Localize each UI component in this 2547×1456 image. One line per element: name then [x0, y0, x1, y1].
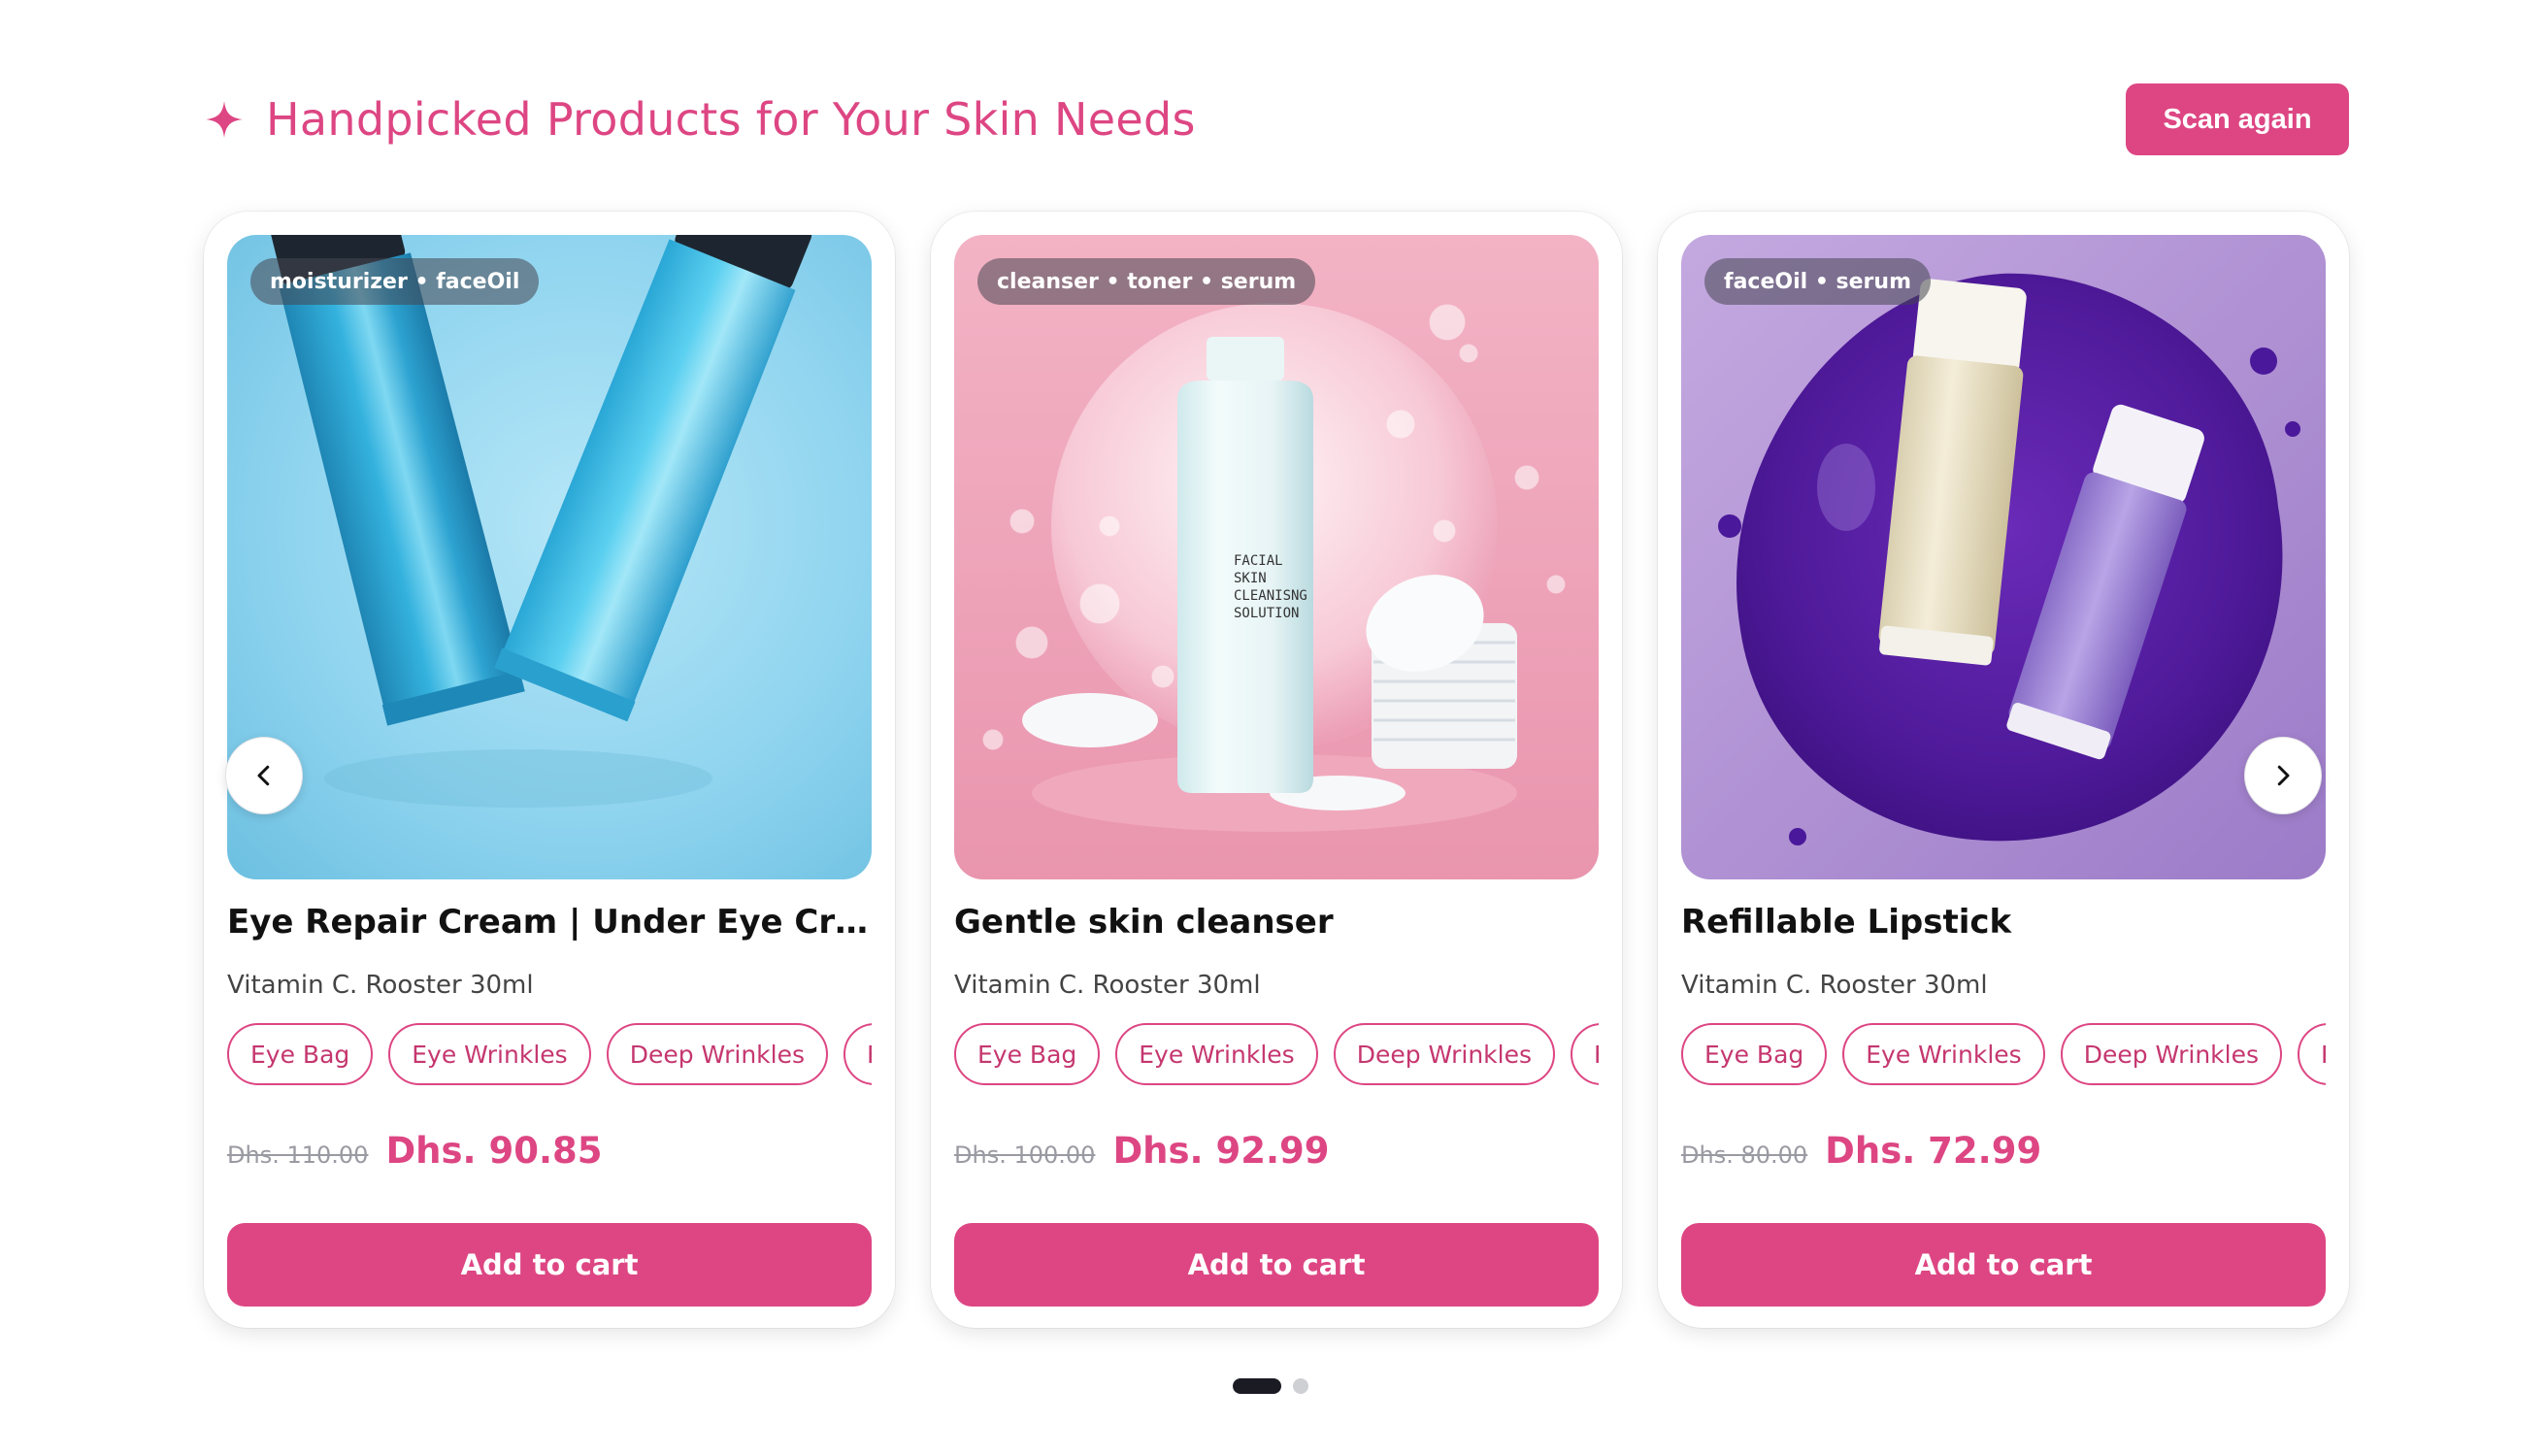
product-name[interactable]: Gentle skin cleanser [954, 903, 1599, 942]
sale-price: Dhs. 90.85 [385, 1130, 603, 1172]
concern-chips: Eye Bag Eye Wrinkles Deep Wrinkles Fine [954, 1023, 1599, 1087]
add-to-cart-button[interactable]: Add to cart [954, 1223, 1599, 1307]
original-price: Dhs. 110.00 [227, 1142, 369, 1169]
bottle-label-line: SKIN [1234, 571, 1267, 586]
concern-chip[interactable]: Eye Wrinkles [1842, 1023, 2045, 1085]
category-tags: moisturizer • faceOil [250, 258, 540, 305]
concern-chip[interactable]: Fine [2298, 1023, 2326, 1085]
product-image[interactable]: FACIAL SKIN CLEANISNG SOLUTION [954, 235, 1599, 879]
original-price: Dhs. 80.00 [1681, 1142, 1808, 1169]
concern-chip[interactable]: Deep Wrinkles [2060, 1023, 2283, 1085]
product-recommendations: Handpicked Products for Your Skin Needs … [0, 0, 2547, 1456]
product-card[interactable]: FACIAL SKIN CLEANISNG SOLUTION cleanser … [931, 212, 1622, 1328]
cleanser-bottle-image: FACIAL SKIN CLEANISNG SOLUTION [954, 235, 1599, 879]
product-image[interactable] [1681, 235, 2326, 879]
title-group: Handpicked Products for Your Skin Needs [204, 93, 1196, 146]
concern-chip[interactable]: Eye Wrinkles [1115, 1023, 1318, 1085]
product-name[interactable]: Eye Repair Cream | Under Eye Cream fo... [227, 903, 872, 942]
concern-chips: Eye Bag Eye Wrinkles Deep Wrinkles Fine [227, 1023, 872, 1087]
carousel-prev-button[interactable] [225, 737, 303, 814]
bottle-label-line: FACIAL [1234, 553, 1283, 569]
carousel-next-button[interactable] [2244, 737, 2322, 814]
product-brand: Vitamin C. Rooster 30ml [227, 971, 534, 1000]
category-tags: cleanser • toner • serum [977, 258, 1316, 305]
concern-chip[interactable]: Deep Wrinkles [1333, 1023, 1556, 1085]
sale-price: Dhs. 92.99 [1112, 1130, 1330, 1172]
category-tags: faceOil • serum [1704, 258, 1931, 305]
concern-chip[interactable]: Eye Bag [227, 1023, 374, 1085]
price-row: Dhs. 110.00 Dhs. 90.85 [227, 1130, 603, 1172]
product-brand: Vitamin C. Rooster 30ml [1681, 971, 1988, 1000]
concern-chip[interactable]: Eye Bag [1681, 1023, 1828, 1085]
section-header: Handpicked Products for Your Skin Needs … [204, 83, 2349, 155]
chevron-left-icon [257, 765, 270, 786]
product-name[interactable]: Refillable Lipstick [1681, 903, 2326, 942]
price-row: Dhs. 80.00 Dhs. 72.99 [1681, 1130, 2041, 1172]
sparkle-icon [206, 101, 243, 138]
price-row: Dhs. 100.00 Dhs. 92.99 [954, 1130, 1330, 1172]
concern-chip[interactable]: Fine [843, 1023, 872, 1085]
concern-chips: Eye Bag Eye Wrinkles Deep Wrinkles Fine [1681, 1023, 2326, 1087]
bottle-label-line: CLEANISNG [1234, 588, 1307, 604]
chevron-right-icon [2277, 765, 2290, 786]
bottle-label-line: SOLUTION [1234, 606, 1299, 621]
add-to-cart-button[interactable]: Add to cart [1681, 1223, 2326, 1307]
concern-chip[interactable]: Fine [1571, 1023, 1599, 1085]
scan-again-button[interactable]: Scan again [2126, 83, 2349, 155]
blue-tubes-image [227, 235, 872, 879]
add-to-cart-button[interactable]: Add to cart [227, 1223, 872, 1307]
pagination-dot-active[interactable] [1233, 1378, 1281, 1394]
product-card[interactable]: moisturizer • faceOil Eye Repair Cream |… [204, 212, 895, 1328]
product-image[interactable] [227, 235, 872, 879]
product-brand: Vitamin C. Rooster 30ml [954, 971, 1261, 1000]
carousel-pagination [1233, 1378, 1308, 1394]
pagination-dot[interactable] [1293, 1378, 1308, 1394]
concern-chip[interactable]: Deep Wrinkles [606, 1023, 829, 1085]
product-carousel: moisturizer • faceOil Eye Repair Cream |… [204, 212, 2349, 1328]
page-title: Handpicked Products for Your Skin Needs [266, 93, 1196, 146]
concern-chip[interactable]: Eye Bag [954, 1023, 1101, 1085]
lipstick-tubes-image [1681, 235, 2326, 879]
concern-chip[interactable]: Eye Wrinkles [388, 1023, 591, 1085]
original-price: Dhs. 100.00 [954, 1142, 1096, 1169]
sale-price: Dhs. 72.99 [1825, 1130, 2042, 1172]
